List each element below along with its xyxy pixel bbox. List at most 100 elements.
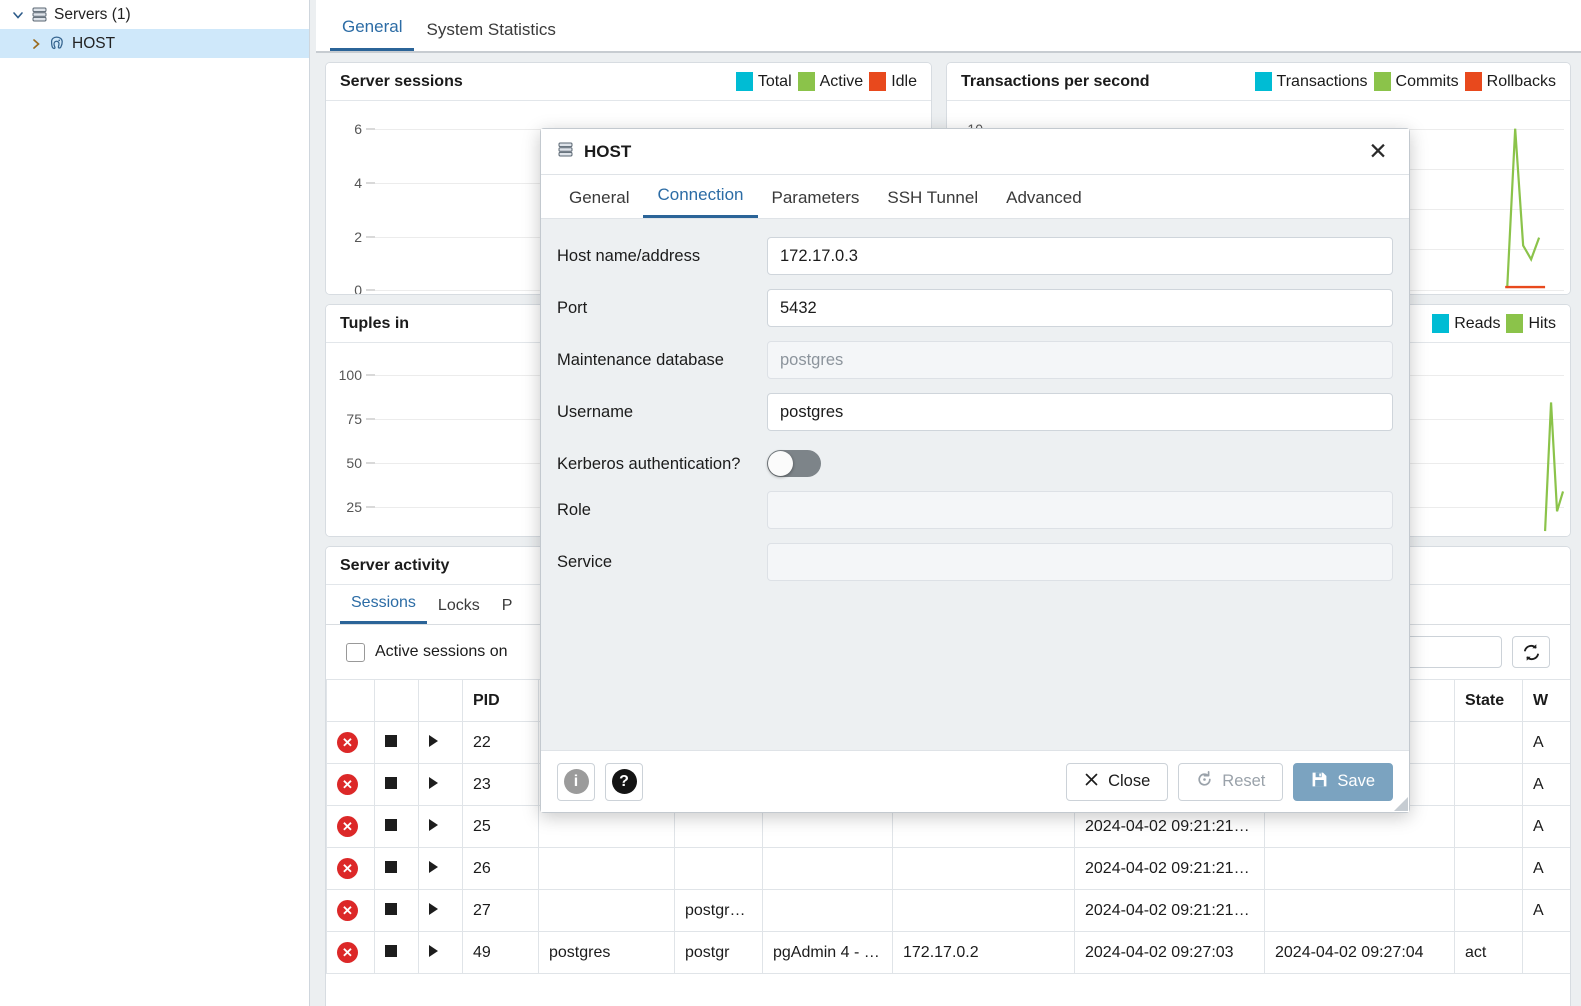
- close-icon[interactable]: ✕: [337, 858, 358, 879]
- host-name-input[interactable]: 172.17.0.3: [767, 237, 1393, 275]
- tab-system-statistics[interactable]: System Statistics: [414, 20, 567, 51]
- stop-icon[interactable]: [385, 734, 397, 747]
- cell-pid: 27: [462, 889, 539, 932]
- legend-item: Transactions: [1254, 72, 1368, 91]
- tab-locks[interactable]: Locks: [427, 597, 491, 624]
- cell-wait-event: A: [1522, 847, 1570, 890]
- stop-icon[interactable]: [385, 776, 397, 789]
- chevron-down-icon[interactable]: [8, 9, 28, 21]
- expand-row-button[interactable]: [418, 889, 463, 932]
- close-x-icon: [1084, 772, 1099, 792]
- close-icon[interactable]: ✕: [1363, 137, 1393, 167]
- username-input[interactable]: postgres: [767, 393, 1393, 431]
- cancel-query-button[interactable]: [374, 847, 419, 890]
- close-icon[interactable]: ✕: [337, 774, 358, 795]
- terminate-session-button[interactable]: ✕: [326, 847, 375, 890]
- close-icon[interactable]: ✕: [337, 816, 358, 837]
- tree-node-servers[interactable]: Servers (1): [0, 0, 309, 29]
- dialog-tab-parameters[interactable]: Parameters: [758, 188, 874, 218]
- stop-icon[interactable]: [385, 818, 397, 831]
- legend-label-idle: Idle: [891, 72, 917, 90]
- dialog-tab-ssh-tunnel[interactable]: SSH Tunnel: [873, 188, 992, 218]
- play-icon[interactable]: [429, 776, 438, 789]
- cell-pid: 49: [462, 931, 539, 974]
- terminate-session-button[interactable]: ✕: [326, 889, 375, 932]
- col-pid[interactable]: PID: [462, 679, 539, 722]
- play-icon[interactable]: [429, 734, 438, 747]
- expand-row-button[interactable]: [418, 763, 463, 806]
- dialog-tab-advanced[interactable]: Advanced: [992, 188, 1096, 218]
- close-button[interactable]: Close: [1066, 762, 1169, 801]
- cancel-query-button[interactable]: [374, 931, 419, 974]
- cancel-query-button[interactable]: [374, 805, 419, 848]
- reset-button[interactable]: Reset: [1178, 762, 1284, 801]
- refresh-icon[interactable]: [1512, 636, 1550, 668]
- kerberos-authentication-toggle[interactable]: [767, 450, 821, 477]
- cell-state: [1454, 721, 1523, 764]
- expand-row-button[interactable]: [418, 721, 463, 764]
- dialog-tab-connection[interactable]: Connection: [643, 185, 758, 218]
- col-details[interactable]: [418, 679, 463, 722]
- active-sessions-label: Active sessions on: [375, 643, 508, 660]
- service-input[interactable]: [767, 543, 1393, 581]
- stop-icon[interactable]: [385, 944, 397, 957]
- role-input[interactable]: [767, 491, 1393, 529]
- table-row[interactable]: ✕ 27 postgr… 2024-04-02 09:21:21… A: [326, 889, 1570, 932]
- play-icon[interactable]: [429, 818, 438, 831]
- active-sessions-toggle[interactable]: Active sessions on: [346, 642, 508, 662]
- play-icon[interactable]: [429, 944, 438, 957]
- play-icon[interactable]: [429, 860, 438, 873]
- card-header: Transactions per second Transactions Com…: [947, 63, 1570, 101]
- cell-pid: 22: [462, 721, 539, 764]
- ytick-label: 2: [354, 229, 362, 245]
- expand-row-button[interactable]: [418, 931, 463, 974]
- expand-row-button[interactable]: [418, 847, 463, 890]
- help-button[interactable]: ?: [605, 762, 643, 801]
- chevron-right-icon[interactable]: [26, 38, 46, 50]
- tab-sessions[interactable]: Sessions: [340, 594, 427, 624]
- dialog-body: Host name/address 172.17.0.3 Port 5432 M…: [541, 219, 1409, 750]
- cell-user: [538, 847, 675, 890]
- close-icon[interactable]: ✕: [337, 732, 358, 753]
- expand-row-button[interactable]: [418, 805, 463, 848]
- cell-user: postgres: [538, 931, 675, 974]
- maintenance-database-input[interactable]: postgres: [767, 341, 1393, 379]
- cancel-query-button[interactable]: [374, 763, 419, 806]
- cell-client: [762, 889, 893, 932]
- dialog-header[interactable]: HOST ✕: [541, 129, 1409, 175]
- dialog-resize-handle[interactable]: [1394, 797, 1408, 811]
- info-button[interactable]: i: [557, 762, 595, 801]
- cancel-query-button[interactable]: [374, 721, 419, 764]
- terminate-session-button[interactable]: ✕: [326, 805, 375, 848]
- port-input[interactable]: 5432: [767, 289, 1393, 327]
- field-label-service: Service: [557, 553, 613, 571]
- cancel-query-button[interactable]: [374, 889, 419, 932]
- table-row[interactable]: ✕ 49 postgres postgr pgAdmin 4 - DB:post…: [326, 931, 1570, 974]
- active-sessions-checkbox[interactable]: [346, 642, 365, 662]
- col-state[interactable]: State: [1454, 679, 1523, 722]
- close-icon[interactable]: ✕: [337, 900, 358, 921]
- legend-item: Idle: [869, 72, 917, 91]
- dialog-tab-general[interactable]: General: [555, 188, 643, 218]
- col-terminate[interactable]: [326, 679, 375, 722]
- stop-icon[interactable]: [385, 902, 397, 915]
- save-button[interactable]: Save: [1293, 762, 1393, 801]
- tab-general[interactable]: General: [330, 17, 415, 51]
- col-wait-event[interactable]: W: [1522, 679, 1570, 722]
- play-icon[interactable]: [429, 902, 438, 915]
- tree-node-host[interactable]: HOST: [0, 29, 309, 58]
- stop-icon[interactable]: [385, 860, 397, 873]
- tab-prepared[interactable]: P: [491, 597, 524, 624]
- object-browser-tree[interactable]: Servers (1) HOST: [0, 0, 310, 1006]
- close-icon[interactable]: ✕: [337, 942, 358, 963]
- tree-node-host-label: HOST: [72, 34, 116, 52]
- table-row[interactable]: ✕ 26 2024-04-02 09:21:21… A: [326, 847, 1570, 890]
- terminate-session-button[interactable]: ✕: [326, 931, 375, 974]
- field-port: Port 5432: [557, 289, 1393, 327]
- terminate-session-button[interactable]: ✕: [326, 763, 375, 806]
- field-label-host-name: Host name/address: [557, 247, 701, 265]
- col-cancel[interactable]: [374, 679, 419, 722]
- terminate-session-button[interactable]: ✕: [326, 721, 375, 764]
- cell-backend-start: 2024-04-02 09:27:03: [1074, 931, 1265, 974]
- cell-client-addr: [892, 847, 1075, 890]
